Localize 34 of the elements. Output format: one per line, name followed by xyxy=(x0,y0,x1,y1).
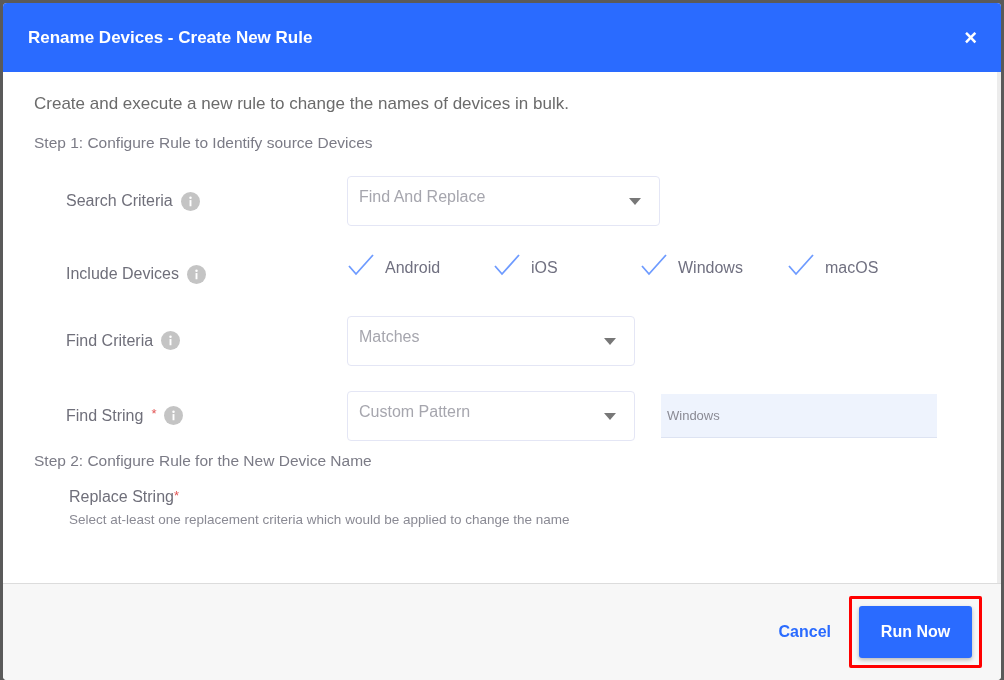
intro-text: Create and execute a new rule to change the names of devices in bulk. xyxy=(34,94,570,114)
dropdown[interactable]: Find And Replace xyxy=(347,176,660,226)
info-icon xyxy=(180,191,200,211)
device-checkbox[interactable]: Windows xyxy=(640,253,787,277)
check-icon xyxy=(347,253,375,277)
check-icon xyxy=(640,253,668,277)
info-icon xyxy=(186,264,206,284)
info-icon xyxy=(161,331,181,350)
field-label: Replace String xyxy=(69,488,174,506)
required-mark: * xyxy=(173,488,180,503)
info-icon xyxy=(164,406,184,425)
caret-icon xyxy=(629,198,641,205)
field-label: Find Criteria xyxy=(66,331,154,350)
device-checkbox[interactable]: iOS xyxy=(493,253,640,277)
dialog-title: Rename Devices - Create New Rule xyxy=(28,27,313,48)
caret-icon xyxy=(604,412,616,420)
field-label: Include Devices xyxy=(66,265,179,283)
run-now-button[interactable]: Run Now xyxy=(859,606,972,658)
check-icon xyxy=(787,253,815,277)
field-label: Find String xyxy=(66,406,144,425)
check-icon xyxy=(493,253,521,277)
dropdown[interactable]: Custom Pattern xyxy=(347,390,635,441)
hint-text: Select at-least one replacement criteria which would be applied to change the name xyxy=(69,512,571,527)
close-button[interactable]: × xyxy=(964,26,977,49)
device-checkbox[interactable]: macOS xyxy=(787,253,907,277)
cancel-button[interactable]: Cancel xyxy=(778,623,831,641)
required-mark: * xyxy=(151,406,157,421)
device-checkbox[interactable]: Android xyxy=(347,253,493,277)
input-field[interactable]: Windows xyxy=(661,393,937,438)
step-title: Step 2: Configure Rule for the New Device Name xyxy=(34,452,373,470)
dropdown[interactable]: Matches xyxy=(347,315,635,366)
caret-icon xyxy=(604,337,616,345)
step-title: Step 1: Configure Rule to Identify source Devices xyxy=(34,134,374,152)
field-label: Search Criteria xyxy=(66,192,173,210)
